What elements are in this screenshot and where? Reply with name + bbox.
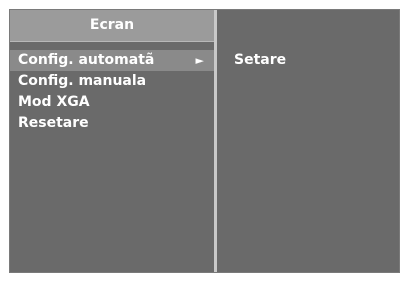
menu-item-mod-xga[interactable]: Mod XGA xyxy=(10,92,214,113)
menu-list: Config. automatã ► Config. manuala Mod X… xyxy=(10,50,214,134)
osd-menu-window: Ecran Config. automatã ► Config. manuala… xyxy=(9,9,400,273)
menu-item-label: Config. manuala xyxy=(18,73,147,89)
menu-item-label: Mod XGA xyxy=(18,94,90,110)
submenu-panel: Setare xyxy=(217,10,399,272)
submenu-arrow-icon: ► xyxy=(195,54,204,67)
menu-item-config-automata[interactable]: Config. automatã ► xyxy=(10,50,214,71)
main-menu-panel: Ecran Config. automatã ► Config. manuala… xyxy=(10,10,214,272)
menu-item-label: Resetare xyxy=(18,115,89,131)
menu-item-resetare[interactable]: Resetare xyxy=(10,113,214,134)
menu-item-config-manuala[interactable]: Config. manuala xyxy=(10,71,214,92)
menu-item-label: Config. automatã xyxy=(18,52,155,68)
menu-title: Ecran xyxy=(10,10,214,42)
submenu-item-setare[interactable]: Setare xyxy=(234,50,286,71)
